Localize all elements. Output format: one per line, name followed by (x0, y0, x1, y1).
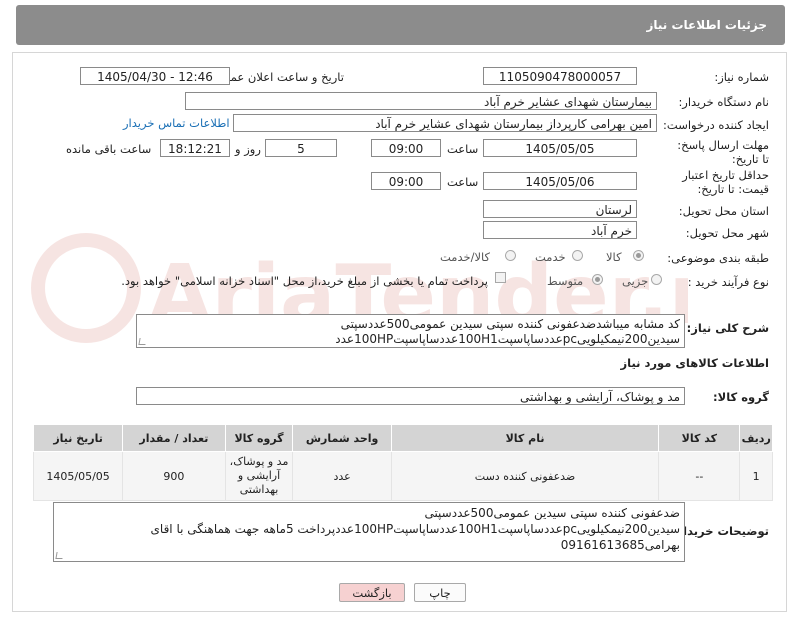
cell-name: ضدعفونی کننده دست (390, 451, 660, 501)
cell-group: مد و پوشاک، آرایشی و بهداشتی (224, 451, 294, 501)
col-header-name: نام کالا (390, 424, 660, 452)
category-option-goods: کالا (606, 250, 622, 264)
process-label: نوع فرآیند خرید : (687, 275, 769, 289)
process-option-partial: جزیی (622, 274, 649, 288)
cell-row-number: 1 (739, 451, 773, 501)
print-button[interactable]: چاپ (414, 583, 466, 602)
city-field: خرم آباد (483, 221, 637, 239)
title-bar: جزئیات اطلاعات نیاز (16, 5, 785, 45)
resize-grip-icon[interactable] (55, 552, 64, 559)
deadline-time-field: 09:00 (371, 139, 441, 157)
col-header-need-date: تاریخ نیاز (32, 424, 124, 452)
back-button[interactable]: بازگشت (339, 583, 405, 602)
table-header-row: ردیف کد کالا نام کالا واحد شمارش گروه کا… (32, 424, 773, 452)
goods-table: ردیف کد کالا نام کالا واحد شمارش گروه کا… (32, 424, 773, 501)
deadline-date-field: 1405/05/05 (483, 139, 637, 157)
resize-grip-icon[interactable] (138, 338, 147, 345)
cell-need-date: 1405/05/05 (32, 451, 124, 501)
process-radio-partial[interactable] (651, 274, 662, 285)
city-label: شهر محل تحویل: (685, 226, 769, 240)
validity-label: حداقل تاریخ اعتبار قیمت: تا تاریخ: (682, 168, 769, 196)
col-header-row-number: ردیف (739, 424, 773, 452)
category-radio-goods-service[interactable] (505, 250, 516, 261)
need-number-label: شماره نیاز: (714, 70, 769, 84)
process-radio-medium[interactable] (592, 274, 603, 285)
province-label: استان محل تحویل: (678, 204, 769, 218)
treasury-payment-note: پرداخت تمام یا بخشی از مبلغ خرید،از محل … (121, 274, 488, 288)
category-label: طبقه بندی موضوعی: (667, 251, 769, 265)
general-desc-textarea[interactable]: کد مشابه میباشدضدعفونی کننده سپتی سیدین … (136, 314, 685, 348)
category-radio-goods[interactable] (633, 250, 644, 261)
table-row: 1 -- ضدعفونی کننده دست عدد مد و پوشاک، آ… (32, 451, 773, 501)
need-details-panel: جزئیات اطلاعات نیاز AriaTender.net شماره… (0, 0, 788, 619)
goods-group-label: گروه کالا: (713, 390, 769, 404)
buyer-contact-link[interactable]: اطلاعات تماس خریدار (123, 116, 230, 130)
cell-quantity: 900 (122, 451, 226, 501)
process-option-medium: متوسط (547, 274, 584, 288)
province-field: لرستان (483, 200, 637, 218)
validity-time-field: 09:00 (371, 172, 441, 190)
validity-date-field: 1405/05/06 (483, 172, 637, 190)
need-number-field: 1105090478000057 (483, 67, 637, 85)
buyer-org-label: نام دستگاه خریدار: (678, 95, 769, 109)
col-header-group: گروه کالا (224, 424, 294, 452)
buyer-notes-text: ضدعفونی کننده سپتی سیدین عمومی500عددسپتی… (150, 506, 680, 552)
window-title: جزئیات اطلاعات نیاز (646, 18, 767, 32)
general-desc-text: کد مشابه میباشدضدعفونی کننده سپتی سیدین … (335, 317, 680, 346)
days-remaining-field: 5 (265, 139, 337, 157)
deadline-time-label: ساعت (447, 142, 479, 156)
cell-unit: عدد (292, 451, 392, 501)
category-option-service: خدمت (535, 250, 566, 264)
remaining-time-field: 18:12:21 (160, 139, 230, 157)
category-option-goods-service: کالا/خدمت (440, 250, 491, 264)
creator-field: امین بهرامی کارپرداز بیمارستان شهدای عشا… (233, 114, 657, 132)
deadline-label: مهلت ارسال پاسخ: تا تاریخ: (677, 138, 769, 166)
general-desc-label: شرح کلی نیاز: (686, 321, 769, 335)
treasury-payment-checkbox[interactable] (495, 272, 506, 283)
announce-field: 1405/04/30 - 12:46 (80, 67, 230, 85)
goods-group-field: مد و پوشاک، آرایشی و بهداشتی (136, 387, 685, 405)
goods-info-title: اطلاعات کالاهای مورد نیاز (620, 356, 769, 370)
col-header-unit: واحد شمارش (292, 424, 392, 452)
buyer-notes-textarea[interactable]: ضدعفونی کننده سپتی سیدین عمومی500عددسپتی… (53, 502, 685, 562)
cell-code: -- (658, 451, 741, 501)
remaining-time-label: ساعت باقی مانده (66, 142, 152, 156)
validity-time-label: ساعت (447, 175, 479, 189)
days-label: روز و (235, 142, 261, 156)
creator-label: ایجاد کننده درخواست: (663, 118, 769, 132)
col-header-code: کد کالا (658, 424, 741, 452)
col-header-quantity: تعداد / مقدار (122, 424, 226, 452)
buyer-org-field: بیمارستان شهدای عشایر خرم آباد (185, 92, 657, 110)
buyer-notes-label: توضیحات خریدار: (671, 524, 769, 538)
category-radio-service[interactable] (572, 250, 583, 261)
